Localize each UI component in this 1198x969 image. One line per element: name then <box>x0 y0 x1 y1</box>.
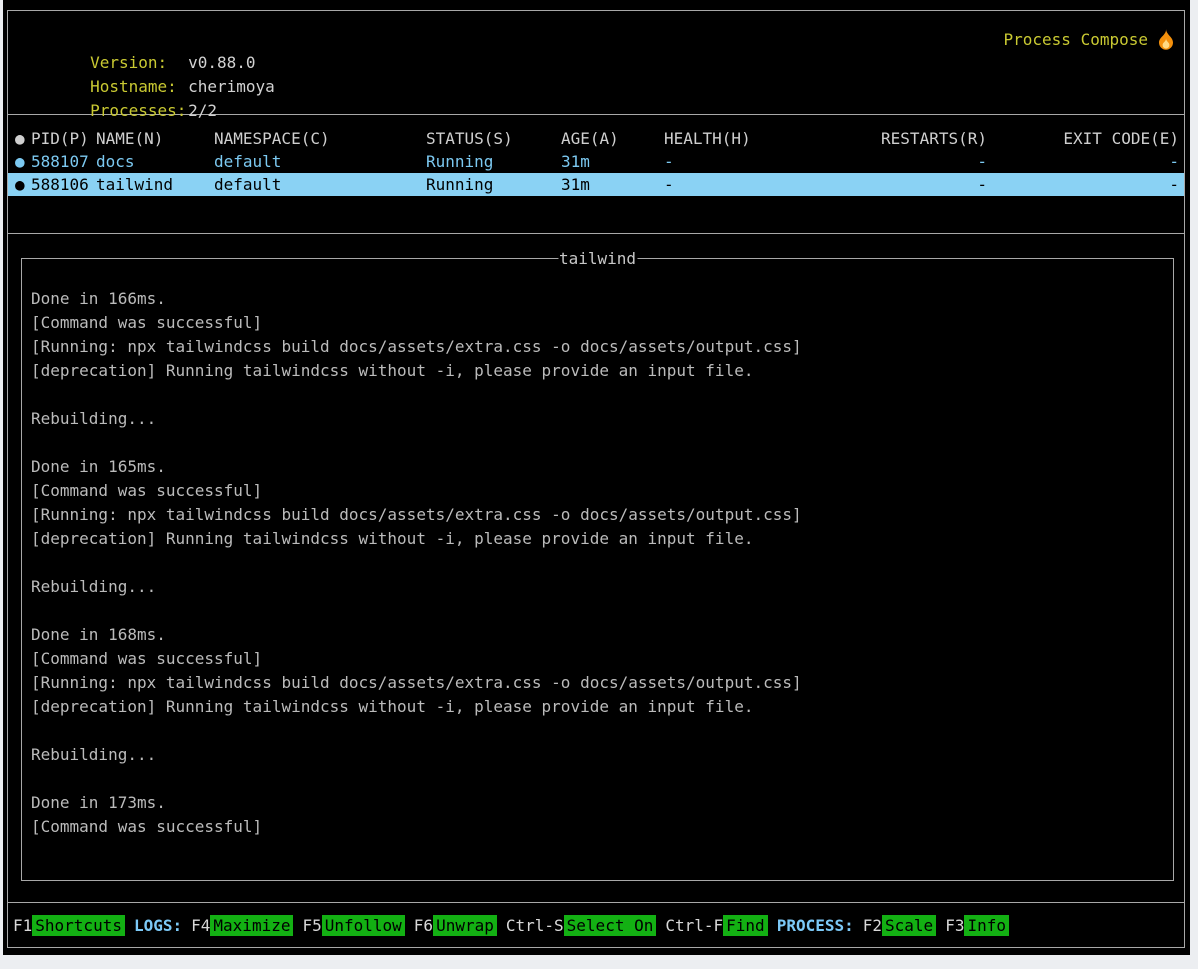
cell-age: 31m <box>561 173 664 196</box>
log-line: Rebuilding... <box>31 575 1165 599</box>
version-label: Version: <box>90 51 188 75</box>
cell-status: Running <box>426 173 561 196</box>
shortcut-label: Find <box>723 915 768 936</box>
log-lines: Done in 166ms.[Command was successful][R… <box>22 259 1173 839</box>
log-line <box>31 431 1165 455</box>
cell-exit-code: - <box>987 173 1179 196</box>
log-line: Done in 173ms. <box>31 791 1165 815</box>
row-bullet-icon: ● <box>15 150 31 173</box>
hostname-value: cherimoya <box>188 77 275 96</box>
log-line: [Command was successful] <box>31 311 1165 335</box>
shortcut-ctrl-s-select[interactable]: Ctrl-SSelect On <box>506 915 657 936</box>
cell-name: tailwind <box>96 173 214 196</box>
shortcut-f5-unfollow[interactable]: F5Unfollow <box>302 915 404 936</box>
cell-restarts: - <box>871 150 987 173</box>
cell-name: docs <box>96 150 214 173</box>
shortcut-label: Unfollow <box>322 915 405 936</box>
shortcut-key: F3 <box>945 916 964 935</box>
terminal-window: Version:v0.88.0 Hostname:cherimoya Proce… <box>3 0 1190 955</box>
row-bullet-icon: ● <box>15 173 31 196</box>
log-line: Rebuilding... <box>31 407 1165 431</box>
log-line: [deprecation] Running tailwindcss withou… <box>31 359 1165 383</box>
cell-pid: 588106 <box>31 173 96 196</box>
app-frame: Version:v0.88.0 Hostname:cherimoya Proce… <box>7 10 1185 948</box>
shortcut-key: F5 <box>302 916 321 935</box>
log-line: [Running: npx tailwindcss build docs/ass… <box>31 671 1165 695</box>
log-line <box>31 767 1165 791</box>
shortcut-label: Info <box>964 915 1009 936</box>
shortcut-ctrl-f-find[interactable]: Ctrl-FFind <box>665 915 767 936</box>
col-namespace[interactable]: NAMESPACE(C) <box>214 127 426 150</box>
cell-status: Running <box>426 150 561 173</box>
col-age[interactable]: AGE(A) <box>561 127 664 150</box>
cell-health: - <box>664 173 871 196</box>
shortcut-key: Ctrl-S <box>506 916 564 935</box>
log-line: [Running: npx tailwindcss build docs/ass… <box>31 503 1165 527</box>
log-line: [deprecation] Running tailwindcss withou… <box>31 695 1165 719</box>
log-line: Rebuilding... <box>31 743 1165 767</box>
shortcut-label: Scale <box>882 915 936 936</box>
processes-value: 2/2 <box>188 101 217 120</box>
log-line <box>31 599 1165 623</box>
header-field-version: Version:v0.88.0 <box>13 27 1176 51</box>
log-line: [Command was successful] <box>31 479 1165 503</box>
footer-section-process: PROCESS: <box>777 916 854 935</box>
log-line <box>31 383 1165 407</box>
log-line: Done in 166ms. <box>31 287 1165 311</box>
logs-section: tailwind Done in 166ms.[Command was succ… <box>8 233 1184 902</box>
table-row[interactable]: ● 588107 docs default Running 31m - - - <box>8 150 1184 173</box>
table-header-row: ● PID(P) NAME(N) NAMESPACE(C) STATUS(S) … <box>8 127 1184 150</box>
log-panel-title: tailwind <box>558 247 637 271</box>
footer-section-logs: LOGS: <box>134 916 182 935</box>
cell-age: 31m <box>561 150 664 173</box>
app-title: Process Compose <box>1004 27 1176 51</box>
log-panel[interactable]: tailwind Done in 166ms.[Command was succ… <box>21 258 1174 881</box>
shortcut-key: F6 <box>414 916 433 935</box>
shortcut-key: Ctrl-F <box>665 916 723 935</box>
log-line: [Command was successful] <box>31 647 1165 671</box>
shortcut-f6-unwrap[interactable]: F6Unwrap <box>414 915 497 936</box>
col-name[interactable]: NAME(N) <box>96 127 214 150</box>
hostname-label: Hostname: <box>90 75 188 99</box>
shortcut-label: Unwrap <box>433 915 497 936</box>
fire-icon <box>1157 29 1175 50</box>
col-health[interactable]: HEALTH(H) <box>664 127 871 150</box>
log-line <box>31 719 1165 743</box>
shortcut-f3-info[interactable]: F3Info <box>945 915 1009 936</box>
shortcut-key: F4 <box>191 916 210 935</box>
shortcut-key: F1 <box>13 916 32 935</box>
version-value: v0.88.0 <box>188 53 255 72</box>
shortcut-key: F2 <box>863 916 882 935</box>
shortcut-label: Select On <box>564 915 657 936</box>
process-table: ● PID(P) NAME(N) NAMESPACE(C) STATUS(S) … <box>8 114 1184 233</box>
processes-label: Processes: <box>90 99 188 123</box>
log-line: [Running: npx tailwindcss build docs/ass… <box>31 335 1165 359</box>
shortcut-f2-scale[interactable]: F2Scale <box>863 915 936 936</box>
col-restarts[interactable]: RESTARTS(R) <box>871 127 987 150</box>
shortcut-label: Maximize <box>210 915 293 936</box>
col-exit-code[interactable]: EXIT CODE(E) <box>987 127 1179 150</box>
col-status[interactable]: STATUS(S) <box>426 127 561 150</box>
shortcut-f4-maximize[interactable]: F4Maximize <box>191 915 293 936</box>
shortcut-bar: F1Shortcuts LOGS: F4Maximize F5Unfollow … <box>8 902 1184 947</box>
cell-health: - <box>664 150 871 173</box>
log-line: Done in 165ms. <box>31 455 1165 479</box>
log-line: [Command was successful] <box>31 815 1165 839</box>
log-line: [deprecation] Running tailwindcss withou… <box>31 527 1165 551</box>
cell-exit-code: - <box>987 150 1179 173</box>
cell-namespace: default <box>214 173 426 196</box>
header-section: Version:v0.88.0 Hostname:cherimoya Proce… <box>8 11 1184 114</box>
app-title-text: Process Compose <box>1004 30 1149 49</box>
shortcut-f1-shortcuts[interactable]: F1Shortcuts <box>13 915 125 936</box>
cell-restarts: - <box>871 173 987 196</box>
cell-pid: 588107 <box>31 150 96 173</box>
log-line <box>31 551 1165 575</box>
shortcut-label: Shortcuts <box>32 915 125 936</box>
log-line: Done in 168ms. <box>31 623 1165 647</box>
table-row-selected[interactable]: ● 588106 tailwind default Running 31m - … <box>8 173 1184 196</box>
cell-namespace: default <box>214 150 426 173</box>
